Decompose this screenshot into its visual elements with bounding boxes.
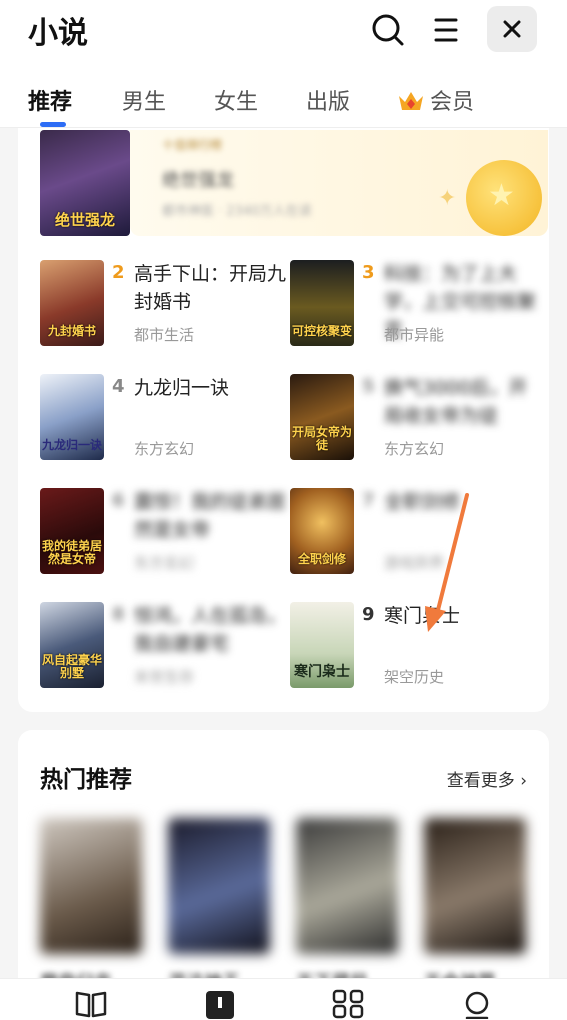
rank-number: 3 — [362, 262, 375, 283]
close-icon — [503, 20, 521, 38]
ranking-item[interactable]: 风自起豪华别墅 8 惊鸿，人在孤岛，我自建豪宅 末世生存 — [40, 602, 290, 690]
top-bar: 小说 推荐 男生 女生 出版 会员 — [0, 0, 567, 128]
ranking-item[interactable]: 寒门枭士 9 寒门枭士 架空历史 — [290, 602, 540, 690]
banner-tag: 十佳排行榜 — [162, 138, 223, 152]
book-cover: 寒门枭士 — [290, 602, 354, 688]
book-category: 东方玄幻 — [134, 440, 195, 458]
rank-number: 5 — [362, 376, 375, 397]
ranking-item[interactable]: 我的徒弟居然是女帝 6 震惊！我的徒弟居然是女帝 东方玄幻 — [40, 488, 290, 576]
page-title: 小说 — [28, 16, 88, 51]
hot-recommend-section: 热门推荐 查看更多 › 魔帝归来 混沌神王 天下藏局 天命神算 — [18, 730, 549, 1020]
book-cover-text: 风自起豪华别墅 — [42, 652, 103, 680]
chevron-right-icon: › — [520, 771, 527, 791]
close-button[interactable] — [487, 6, 537, 52]
book-cover-text: 可控核聚变 — [292, 323, 353, 338]
book-title: 惊鸿，人在孤岛，我自建豪宅 — [134, 605, 287, 655]
ranking-item[interactable]: 全职剑修 7 全职剑修 游戏异界 — [290, 488, 540, 576]
rank-number: 7 — [362, 490, 375, 511]
rank-number: 4 — [112, 376, 125, 397]
book-cover-text: 我的徒弟居然是女帝 — [42, 538, 103, 566]
tab-vip-label: 会员 — [430, 90, 475, 115]
book-cover-text: 全职剑修 — [297, 551, 346, 566]
book-category: 东方玄幻 — [384, 440, 445, 458]
book-cover: 开局女帝为徒 — [290, 374, 354, 460]
category-tabs: 推荐 男生 女生 出版 会员 — [0, 82, 567, 128]
category-icon[interactable] — [331, 989, 365, 1019]
rank-number: 9 — [362, 604, 375, 625]
ranking-item[interactable]: 开局女帝为徒 5 换气3000后，开局收女帝为徒 东方玄幻 — [290, 374, 540, 462]
book-category: 架空历史 — [384, 668, 445, 686]
tab-male[interactable]: 男生 — [122, 84, 166, 116]
book-cover-text: 九封婚书 — [47, 323, 96, 338]
book-category: 都市生活 — [134, 326, 195, 344]
crown-icon — [399, 92, 423, 110]
book-category: 游戏异界 — [384, 554, 445, 572]
ranking-item[interactable]: 九封婚书 2 高手下山：开局九封婚书 都市生活 — [40, 260, 290, 348]
bookshelf-icon[interactable] — [74, 989, 108, 1019]
book-cover[interactable] — [168, 818, 270, 954]
bottom-navigation — [0, 978, 567, 1020]
active-tab-indicator — [40, 122, 66, 127]
ranking-item[interactable]: 九龙归一诀 4 九龙归一诀 东方玄幻 — [40, 374, 290, 462]
ranking-card: 绝世强龙 十佳排行榜 绝世强龙 都市神医 · 2340万人在读 ✦ ★ 九封婚书… — [18, 128, 549, 712]
profile-icon[interactable] — [460, 989, 494, 1019]
rank-number: 2 — [112, 262, 125, 283]
banner-subtitle: 都市神医 · 2340万人在读 — [162, 204, 312, 219]
book-cover: 九封婚书 — [40, 260, 104, 346]
top-book-banner[interactable]: 十佳排行榜 绝世强龙 都市神医 · 2340万人在读 ✦ ★ — [130, 130, 548, 236]
book-cover[interactable] — [424, 818, 526, 954]
tab-recommend[interactable]: 推荐 — [28, 84, 72, 116]
banner-title: 绝世强龙 — [162, 170, 234, 191]
book-title: 高手下山：开局九封婚书 — [134, 263, 287, 313]
ranking-item[interactable]: 可控核聚变 3 科技：为了上大学，上交可控核聚变 都市异能 — [290, 260, 540, 348]
book-cover-text: 九龙归一诀 — [42, 437, 103, 452]
book-title: 全职剑修 — [384, 491, 461, 513]
book-title: 寒门枭士 — [384, 605, 461, 627]
book-title: 九龙归一诀 — [134, 377, 230, 399]
tab-publish[interactable]: 出版 — [306, 84, 350, 116]
book-cover: 我的徒弟居然是女帝 — [40, 488, 104, 574]
book-category: 都市异能 — [384, 326, 445, 344]
book-category: 东方玄幻 — [134, 554, 195, 572]
store-icon[interactable] — [203, 989, 237, 1019]
rank-number: 6 — [112, 490, 125, 511]
book-cover: 可控核聚变 — [290, 260, 354, 346]
book-category: 末世生存 — [134, 668, 195, 686]
book-cover: 风自起豪华别墅 — [40, 602, 104, 688]
rank-number: 8 — [112, 604, 125, 625]
book-cover[interactable] — [40, 818, 142, 954]
book-cover: 九龙归一诀 — [40, 374, 104, 460]
book-cover-text: 开局女帝为徒 — [292, 424, 353, 452]
medal-icon: ★ — [466, 160, 542, 236]
see-more-link[interactable]: 查看更多 › — [447, 766, 527, 791]
see-more-label: 查看更多 — [446, 771, 515, 791]
book-title: 换气3000后，开局收女帝为徒 — [384, 377, 528, 427]
book-title: 震惊！我的徒弟居然是女帝 — [134, 491, 287, 541]
book-cover-1[interactable]: 绝世强龙 — [40, 130, 130, 236]
book-cover[interactable] — [296, 818, 398, 954]
tab-female[interactable]: 女生 — [214, 84, 258, 116]
section-title: 热门推荐 — [40, 767, 132, 793]
tab-vip[interactable]: 会员 — [398, 84, 474, 116]
search-icon[interactable] — [368, 10, 408, 50]
book-cover-text: 绝世强龙 — [54, 210, 115, 229]
sparkle-icon: ✦ — [438, 186, 457, 211]
book-cover: 全职剑修 — [290, 488, 354, 574]
book-cover-text: 寒门枭士 — [294, 663, 350, 680]
menu-icon[interactable] — [426, 10, 466, 50]
